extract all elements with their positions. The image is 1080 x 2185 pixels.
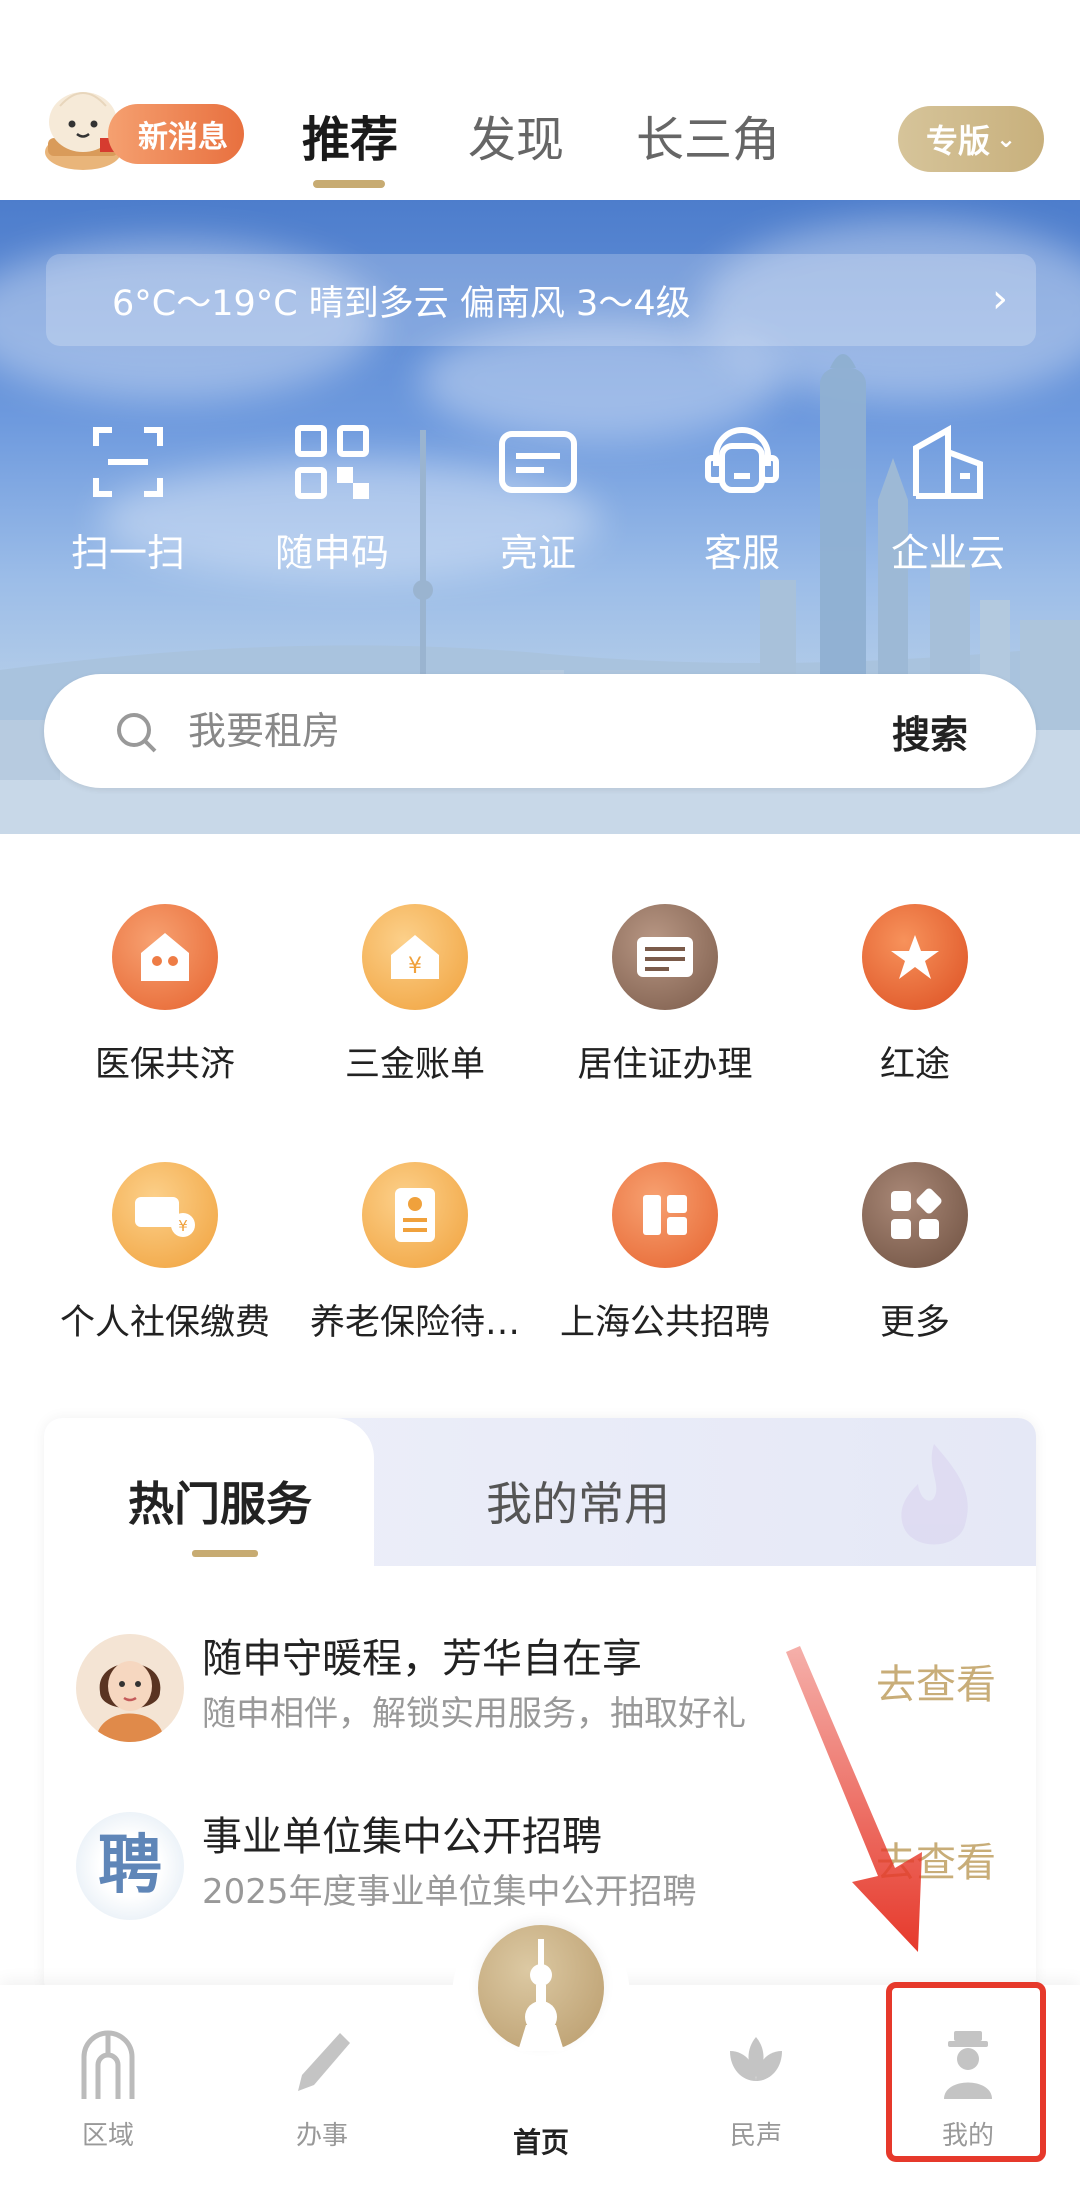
- nav-label: 办事: [295, 2121, 348, 2151]
- new-message-badge[interactable]: 新消息: [108, 104, 244, 164]
- service-red-route[interactable]: 红途: [790, 904, 1040, 1087]
- list-item-subtitle: 随申相伴，解锁实用服务，抽取好礼: [202, 1694, 746, 1734]
- search-input[interactable]: [188, 700, 788, 762]
- quick-action-scan[interactable]: 扫一扫: [28, 422, 228, 577]
- more-grid-icon: [862, 1162, 968, 1268]
- pen-icon: [290, 2029, 354, 2101]
- weather-bar[interactable]: 6°C～19°C 晴到多云 偏南风 3～4级 ›: [46, 254, 1036, 346]
- search-button[interactable]: 搜索: [892, 704, 968, 759]
- view-link[interactable]: 去查看: [876, 1830, 996, 1888]
- search-bar[interactable]: 搜索: [44, 674, 1036, 788]
- svg-text:¥: ¥: [408, 954, 422, 979]
- service-medical-insurance[interactable]: 医保共济: [40, 904, 290, 1087]
- residence-card-icon: [612, 904, 718, 1010]
- hero-banner: 6°C～19°C 晴到多云 偏南风 3～4级 › 扫一扫 随申码 亮证 客服 企…: [0, 200, 1080, 834]
- star-icon: [862, 904, 968, 1010]
- nav-label: 民声: [729, 2121, 782, 2151]
- nav-home[interactable]: [478, 1925, 604, 2051]
- customer-service-icon: [702, 422, 782, 502]
- avatar-text: 聘: [98, 1828, 162, 1903]
- list-item-title: 事业单位集中公开招聘: [202, 1814, 602, 1860]
- edition-label: 专版: [925, 122, 990, 160]
- service-pension-benefits[interactable]: 养老保险待…: [290, 1162, 540, 1345]
- service-residence-permit[interactable]: 居住证办理: [540, 904, 790, 1087]
- quick-action-label: 随申码: [274, 531, 389, 575]
- service-label: 个人社保缴费: [59, 1303, 270, 1343]
- active-tab-indicator: [192, 1550, 258, 1557]
- view-link[interactable]: 去查看: [876, 1652, 996, 1710]
- avatar: [76, 1634, 184, 1742]
- service-label: 医保共济: [94, 1045, 235, 1085]
- pension-doc-icon: [362, 1162, 468, 1268]
- service-more[interactable]: 更多: [790, 1162, 1040, 1345]
- tab-discover[interactable]: 发现: [468, 100, 564, 170]
- quick-action-label: 客服: [703, 531, 780, 575]
- card-icon: [498, 422, 578, 502]
- quick-action-customer-service[interactable]: 客服: [642, 422, 842, 577]
- region-icon: [76, 2029, 140, 2101]
- nav-services[interactable]: 办事: [242, 2029, 402, 2152]
- top-header: 新消息 推荐 发现 长三角 专版 ⌄: [0, 0, 1080, 200]
- svg-text:¥: ¥: [178, 1217, 188, 1235]
- list-item[interactable]: 随申守暖程，芳华自在享 随申相伴，解锁实用服务，抽取好礼 去查看: [44, 1618, 1036, 1768]
- qr-code-icon: [292, 422, 372, 502]
- nav-label: 区域: [81, 2121, 134, 2151]
- tab-my-frequent[interactable]: 我的常用: [486, 1468, 670, 1534]
- service-label: 居住证办理: [577, 1045, 753, 1085]
- search-icon: [114, 710, 158, 754]
- tab-yangtze-delta[interactable]: 长三角: [636, 100, 780, 170]
- service-label: 更多: [879, 1303, 950, 1343]
- chevron-down-icon: ⌄: [995, 125, 1017, 153]
- quick-action-qr-code[interactable]: 随申码: [232, 422, 432, 577]
- service-social-insurance-payment[interactable]: ¥ 个人社保缴费: [40, 1162, 290, 1345]
- yuan-house-icon: ¥: [362, 904, 468, 1010]
- highlight-box: [886, 1982, 1046, 2162]
- avatar: 聘: [76, 1812, 184, 1920]
- flame-icon: [874, 1438, 994, 1558]
- nav-label-home: 首页: [512, 2126, 569, 2159]
- quick-action-label: 亮证: [499, 531, 576, 575]
- family-house-icon: [112, 904, 218, 1010]
- weather-text: 6°C～19°C 晴到多云 偏南风 3～4级: [112, 283, 691, 324]
- quick-action-label: 扫一扫: [70, 531, 185, 575]
- building-icon: [908, 422, 988, 502]
- service-shanghai-recruitment[interactable]: 上海公共招聘: [540, 1162, 790, 1345]
- pay-social-insurance-icon: ¥: [112, 1162, 218, 1268]
- scan-icon: [88, 422, 168, 502]
- active-tab-indicator: [313, 180, 385, 188]
- quick-action-show-card[interactable]: 亮证: [438, 422, 638, 577]
- edition-button[interactable]: 专版 ⌄: [898, 106, 1044, 172]
- chevron-right-icon: ›: [992, 276, 1008, 322]
- tab-recommend[interactable]: 推荐: [302, 100, 398, 170]
- flower-icon: [724, 2029, 788, 2101]
- quick-action-enterprise-cloud[interactable]: 企业云: [848, 422, 1048, 577]
- list-item-title: 随申守暖程，芳华自在享: [202, 1636, 642, 1682]
- service-label: 养老保险待…: [309, 1303, 520, 1343]
- tab-hot-services[interactable]: 热门服务: [128, 1468, 312, 1534]
- service-label: 红途: [879, 1045, 950, 1085]
- nav-region[interactable]: 区域: [28, 2029, 188, 2152]
- recruit-icon: [612, 1162, 718, 1268]
- quick-action-label: 企业云: [890, 531, 1005, 575]
- nav-public-voice[interactable]: 民声: [676, 2029, 836, 2152]
- service-label: 上海公共招聘: [559, 1303, 770, 1343]
- service-three-funds-bill[interactable]: ¥ 三金账单: [290, 904, 540, 1087]
- service-label: 三金账单: [344, 1045, 485, 1085]
- tower-icon: [518, 1939, 564, 2051]
- list-item-subtitle: 2025年度事业单位集中公开招聘: [202, 1872, 697, 1912]
